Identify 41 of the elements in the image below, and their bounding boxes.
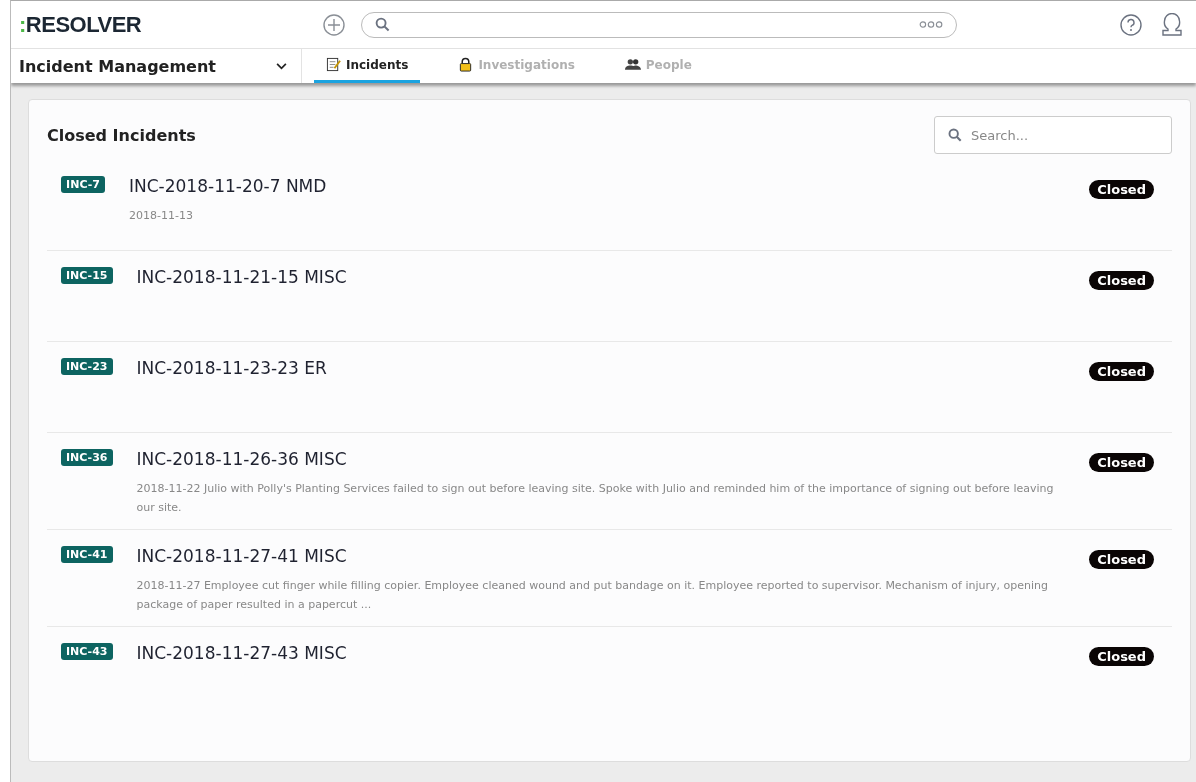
logo: :RESOLVER — [19, 11, 143, 38]
panel-title: Closed Incidents — [47, 125, 196, 145]
user-icon[interactable] — [1160, 12, 1184, 37]
incident-title: INC-2018-11-21-15 MISC — [136, 267, 348, 287]
search-field[interactable] — [361, 11, 957, 38]
nav-tab[interactable]: Incidents — [314, 49, 421, 83]
incident-id: INC-7 — [61, 176, 105, 193]
status-badge: Closed — [1089, 271, 1154, 290]
incident-description: 2018-11-27 Employee cut finger while filling copier. Employee cleaned wound and put bandage on it. Employee reported to supervisor. Mechanism of injury, opening package of paper resulted in a papercut ... — [136, 578, 1049, 613]
incident-id: INC-43 — [61, 643, 113, 660]
incident-item[interactable]: INC-15 INC-2018-11-21-15 MISC Closed — [47, 251, 1172, 342]
app-selector[interactable]: Incident Management — [11, 49, 302, 83]
incident-item[interactable]: INC-7 INC-2018-11-20-7 NMD 2018-11-13 Closed — [47, 160, 1172, 251]
incident-id: INC-41 — [61, 546, 113, 563]
lock-icon — [458, 57, 474, 72]
incident-description: 2018-11-13 — [129, 208, 194, 224]
chevron-down-icon[interactable] — [276, 62, 287, 70]
incident-title: INC-2018-11-23-23 ER — [136, 358, 328, 378]
incident-item[interactable]: INC-43 INC-2018-11-27-43 MISC Closed — [47, 627, 1172, 717]
status-badge: Closed — [1089, 647, 1154, 666]
add-icon[interactable] — [323, 13, 345, 36]
incident-id: INC-15 — [61, 267, 113, 284]
status-badge: Closed — [1089, 550, 1154, 569]
search-field[interactable]: Search... — [934, 116, 1172, 154]
incident-title: INC-2018-11-27-41 MISC — [136, 546, 348, 566]
notepad-icon — [326, 57, 341, 72]
incident-title: INC-2018-11-27-43 MISC — [136, 643, 348, 663]
more-icon[interactable] — [919, 19, 943, 29]
incident-id: INC-23 — [61, 358, 113, 375]
status-badge: Closed — [1089, 362, 1154, 381]
people-icon — [624, 58, 641, 71]
status-badge: Closed — [1089, 180, 1154, 199]
search-icon — [375, 16, 390, 32]
search-icon — [948, 128, 962, 142]
incident-item[interactable]: INC-23 INC-2018-11-23-23 ER Closed — [47, 342, 1172, 433]
incident-id: INC-36 — [61, 449, 113, 466]
help-icon[interactable] — [1120, 13, 1142, 36]
status-badge: Closed — [1089, 453, 1154, 472]
incident-title: INC-2018-11-20-7 NMD — [129, 176, 328, 196]
incident-description: 2018-11-22 Julio with Polly's Planting Services failed to sign out before leaving site. Spoke with Julio and reminded him of the importance of signing out before leaving our site. — [136, 481, 1055, 516]
incident-title: INC-2018-11-26-36 MISC — [136, 449, 348, 469]
